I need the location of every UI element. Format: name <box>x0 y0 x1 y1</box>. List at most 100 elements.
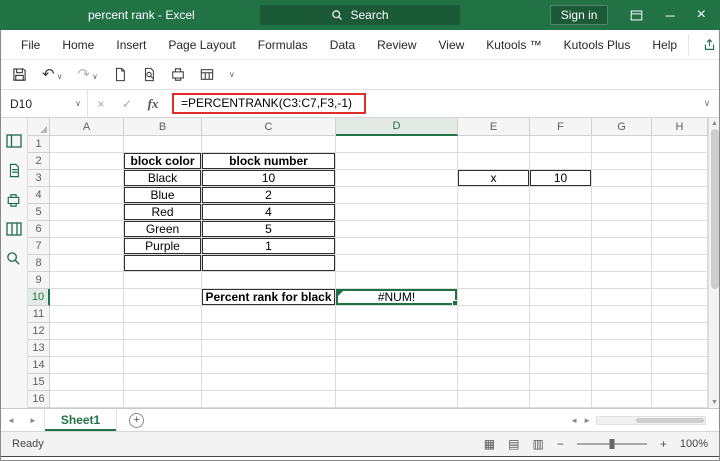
cell-f9[interactable] <box>530 272 592 289</box>
cell-b4[interactable]: Blue <box>124 187 202 204</box>
cell-f8[interactable] <box>530 255 592 272</box>
page-layout-view-icon[interactable]: ▤ <box>508 437 519 451</box>
cell-e5[interactable] <box>458 204 530 221</box>
cell-f11[interactable] <box>530 306 592 323</box>
cancel-icon[interactable]: × <box>88 90 114 117</box>
cell-c8[interactable] <box>202 255 336 272</box>
sign-in-button[interactable]: Sign in <box>549 5 609 25</box>
cell-b8[interactable] <box>124 255 202 272</box>
tab-insert[interactable]: Insert <box>105 30 157 59</box>
cell-b9[interactable] <box>124 272 202 289</box>
cell-a16[interactable] <box>50 391 124 408</box>
cell-c1[interactable] <box>202 136 336 153</box>
cell-d11[interactable] <box>336 306 458 323</box>
column-header-e[interactable]: E <box>458 118 530 136</box>
cell-c16[interactable] <box>202 391 336 408</box>
cell-c10[interactable]: Percent rank for black <box>202 289 336 306</box>
cell-g5[interactable] <box>592 204 652 221</box>
sheet-tab-sheet1[interactable]: Sheet1 <box>43 409 118 431</box>
cell-h8[interactable] <box>652 255 708 272</box>
print-preview-icon[interactable] <box>142 67 156 82</box>
new-document-icon[interactable] <box>113 67 127 82</box>
cell-g15[interactable] <box>592 374 652 391</box>
expand-formula-bar-icon[interactable]: ∨ <box>694 90 720 117</box>
navigation-pane-icon[interactable] <box>5 134 22 148</box>
cell-g16[interactable] <box>592 391 652 408</box>
tab-kutools[interactable]: Kutools ™ <box>475 30 552 59</box>
tab-view[interactable]: View <box>428 30 476 59</box>
cell-e13[interactable] <box>458 340 530 357</box>
cell-h3[interactable] <box>652 170 708 187</box>
zoom-slider[interactable] <box>576 439 647 449</box>
column-header-f[interactable]: F <box>530 118 592 136</box>
quick-print-icon[interactable] <box>171 67 185 82</box>
cell-h7[interactable] <box>652 238 708 255</box>
row-header-3[interactable]: 3 <box>28 170 50 187</box>
cell-f7[interactable] <box>530 238 592 255</box>
cell-d12[interactable] <box>336 323 458 340</box>
cell-h1[interactable] <box>652 136 708 153</box>
page-break-view-icon[interactable]: ▥ <box>532 437 543 451</box>
cell-g10[interactable] <box>592 289 652 306</box>
cell-h9[interactable] <box>652 272 708 289</box>
cell-e4[interactable] <box>458 187 530 204</box>
undo-dropdown-icon[interactable]: ∨ <box>57 72 63 82</box>
cell-f4[interactable] <box>530 187 592 204</box>
cell-h12[interactable] <box>652 323 708 340</box>
cell-h10[interactable] <box>652 289 708 306</box>
cell-d5[interactable] <box>336 204 458 221</box>
cell-g11[interactable] <box>592 306 652 323</box>
cell-a6[interactable] <box>50 221 124 238</box>
cell-g3[interactable] <box>592 170 652 187</box>
cell-g8[interactable] <box>592 255 652 272</box>
cell-h15[interactable] <box>652 374 708 391</box>
cell-h14[interactable] <box>652 357 708 374</box>
name-box-dropdown-icon[interactable]: ∨ <box>75 99 81 109</box>
cell-b5[interactable]: Red <box>124 204 202 221</box>
zoom-out-icon[interactable]: − <box>557 437 564 451</box>
horizontal-scrollbar-thumb[interactable] <box>636 417 704 423</box>
row-header-16[interactable]: 16 <box>28 391 50 408</box>
cell-a7[interactable] <box>50 238 124 255</box>
cell-c13[interactable] <box>202 340 336 357</box>
search-box[interactable]: Search <box>260 5 460 25</box>
cell-c5[interactable]: 4 <box>202 204 336 221</box>
row-header-6[interactable]: 6 <box>28 221 50 238</box>
share-button[interactable]: Share <box>688 34 720 55</box>
add-sheet-button[interactable]: + <box>129 412 145 428</box>
tab-page-layout[interactable]: Page Layout <box>157 30 246 59</box>
cell-a14[interactable] <box>50 357 124 374</box>
cell-d7[interactable] <box>336 238 458 255</box>
cell-d9[interactable] <box>336 272 458 289</box>
cell-f1[interactable] <box>530 136 592 153</box>
zoom-slider-thumb[interactable] <box>609 439 615 449</box>
row-header-15[interactable]: 15 <box>28 374 50 391</box>
cell-a11[interactable] <box>50 306 124 323</box>
cell-a12[interactable] <box>50 323 124 340</box>
cell-h16[interactable] <box>652 391 708 408</box>
name-box[interactable]: D10 ∨ <box>0 90 88 117</box>
zoom-in-icon[interactable]: + <box>660 437 667 451</box>
table-icon[interactable] <box>200 67 214 82</box>
cell-f2[interactable] <box>530 153 592 170</box>
cell-a4[interactable] <box>50 187 124 204</box>
cell-g12[interactable] <box>592 323 652 340</box>
vertical-scrollbar-thumb[interactable] <box>710 129 719 289</box>
cell-g6[interactable] <box>592 221 652 238</box>
cell-g14[interactable] <box>592 357 652 374</box>
row-header-12[interactable]: 12 <box>28 323 50 340</box>
cell-h6[interactable] <box>652 221 708 238</box>
cell-b1[interactable] <box>124 136 202 153</box>
row-header-1[interactable]: 1 <box>28 136 50 153</box>
cell-b10[interactable] <box>124 289 202 306</box>
cell-e11[interactable] <box>458 306 530 323</box>
cell-b3[interactable]: Black <box>124 170 202 187</box>
tab-home[interactable]: Home <box>51 30 105 59</box>
row-header-9[interactable]: 9 <box>28 272 50 289</box>
cell-h11[interactable] <box>652 306 708 323</box>
cell-d4[interactable] <box>336 187 458 204</box>
cell-e12[interactable] <box>458 323 530 340</box>
column-header-h[interactable]: H <box>652 118 708 136</box>
cell-f6[interactable] <box>530 221 592 238</box>
cell-d8[interactable] <box>336 255 458 272</box>
